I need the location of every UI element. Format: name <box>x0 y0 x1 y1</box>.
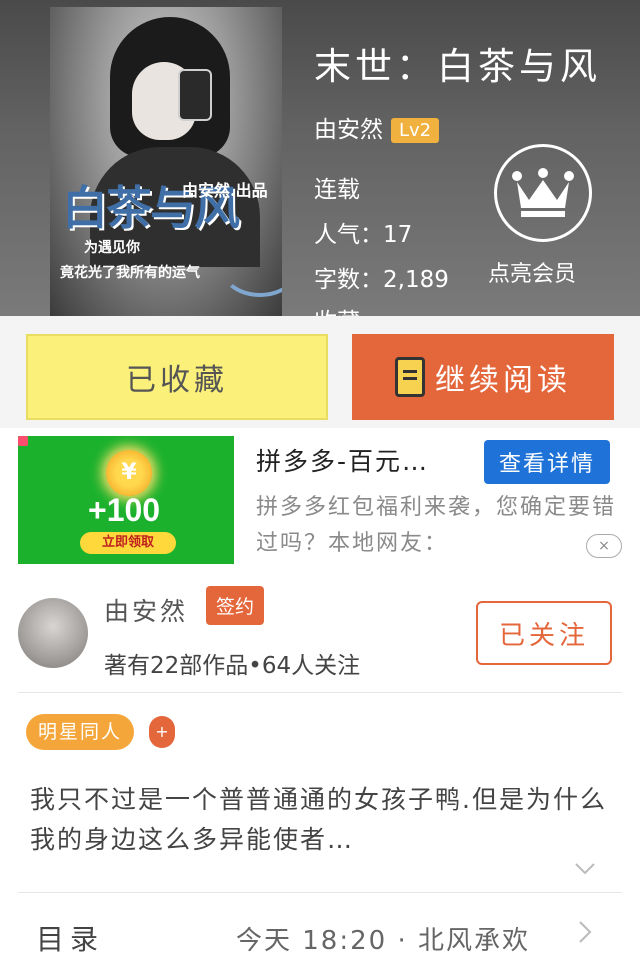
ad-banner[interactable]: ¥ +100 立即领取 拼多多-百元… 查看详情 拼多多红包福利来袭，您确定要错… <box>0 428 640 570</box>
cover-tagline-1: 为遇见你 <box>84 240 140 256</box>
book-intro[interactable]: 我只不过是一个普普通通的女孩子鸭.但是为什么我的身边这么多异能使者… <box>30 780 610 860</box>
book-status: 连载 <box>314 177 360 203</box>
book-cover[interactable]: 白茶与风 由安然.出品 为遇见你 竟花光了我所有的运气 <box>50 7 282 316</box>
coin-icon: ¥ <box>106 450 152 496</box>
author-name[interactable]: 由安然 <box>104 592 188 628</box>
chevron-right-icon[interactable] <box>578 920 592 944</box>
favorite-button[interactable]: 已收藏 <box>26 334 328 420</box>
continue-reading-label: 继续阅读 <box>435 363 571 398</box>
cover-author-tag: 由安然.出品 <box>182 181 268 200</box>
book-collection-count-partial: 收藏 <box>314 302 360 316</box>
ad-amount: +100 <box>88 492 161 528</box>
continue-reading-button[interactable]: 继续阅读 <box>352 334 614 420</box>
cover-swirl-decoration <box>220 237 282 297</box>
ad-claim-button[interactable]: 立即领取 <box>80 532 176 554</box>
ad-description: 拼多多红包福利来袭，您确定要错过吗？本地网友： <box>256 495 617 556</box>
ad-detail-button[interactable]: 查看详情 <box>484 440 610 484</box>
book-header: 白茶与风 由安然.出品 为遇见你 竟花光了我所有的运气 末世：白茶与风 由安然 L… <box>0 0 640 316</box>
ad-marker-icon <box>18 436 28 446</box>
book-word-count: 字数：2,189 <box>314 267 449 293</box>
genre-tag[interactable]: 明星同人 <box>26 714 135 750</box>
book-title: 末世：白茶与风 <box>314 45 601 88</box>
follow-button[interactable]: 已关注 <box>476 601 612 665</box>
cover-phone <box>178 69 212 121</box>
ad-title[interactable]: 拼多多-百元… <box>256 442 429 478</box>
signed-badge: 签约 <box>206 586 265 625</box>
author-stats: 著有22部作品•64人关注 <box>104 653 361 679</box>
toc-label[interactable]: 目录 <box>36 918 104 953</box>
book-popularity: 人气：17 <box>314 222 413 248</box>
toc-latest-chapter[interactable]: 今天 18:20 · 北风承欢 <box>236 920 530 953</box>
divider <box>18 892 622 893</box>
cover-tagline-2: 竟花光了我所有的运气 <box>60 265 200 281</box>
book-icon <box>395 357 425 397</box>
author-section: 由安然 签约 著有22部作品•64人关注 已关注 明星同人 + 我只不过是一个普… <box>0 570 640 953</box>
book-author-name[interactable]: 由安然 <box>314 117 383 143</box>
author-level-badge: Lv2 <box>391 118 440 143</box>
author-avatar[interactable] <box>18 598 88 668</box>
add-tag-button[interactable]: + <box>149 716 175 748</box>
divider <box>18 692 622 693</box>
vip-label[interactable]: 点亮会员 <box>488 256 576 288</box>
close-icon[interactable]: × <box>586 534 622 558</box>
book-author-line[interactable]: 由安然 Lv2 <box>314 110 440 144</box>
crown-icon <box>512 168 574 217</box>
chevron-down-icon[interactable] <box>574 862 596 876</box>
ad-image[interactable]: ¥ +100 立即领取 <box>18 436 234 564</box>
action-bar: 已收藏 继续阅读 <box>0 316 640 428</box>
vip-crown-button[interactable] <box>494 144 592 242</box>
